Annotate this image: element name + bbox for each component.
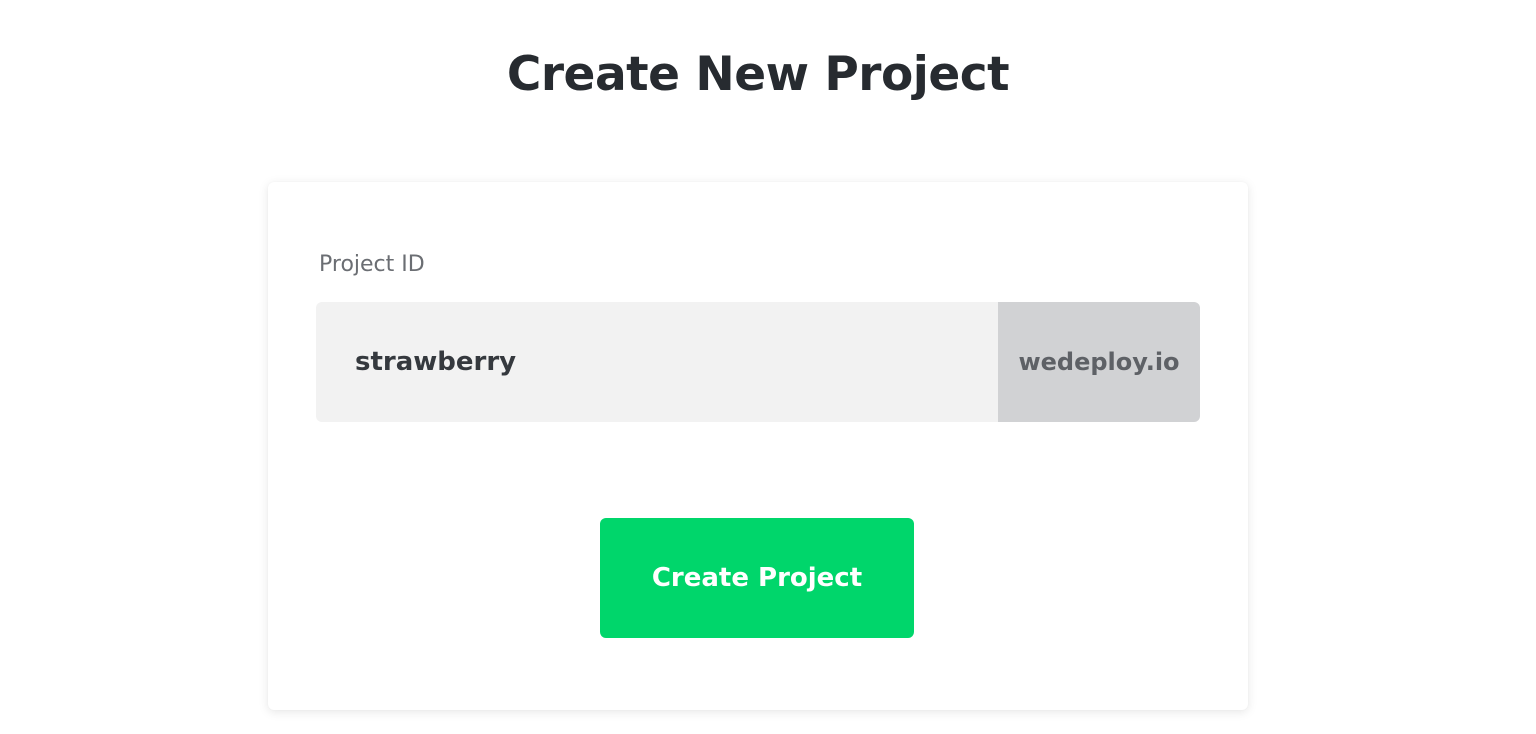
project-id-label: Project ID	[319, 252, 425, 277]
project-id-input[interactable]	[316, 302, 998, 422]
create-project-card: Project ID wedeploy.io Create Project	[268, 182, 1248, 710]
page-title: Create New Project	[506, 47, 1010, 102]
create-project-button[interactable]: Create Project	[600, 518, 914, 638]
project-id-input-group: wedeploy.io	[316, 302, 1200, 422]
domain-suffix: wedeploy.io	[998, 302, 1200, 422]
